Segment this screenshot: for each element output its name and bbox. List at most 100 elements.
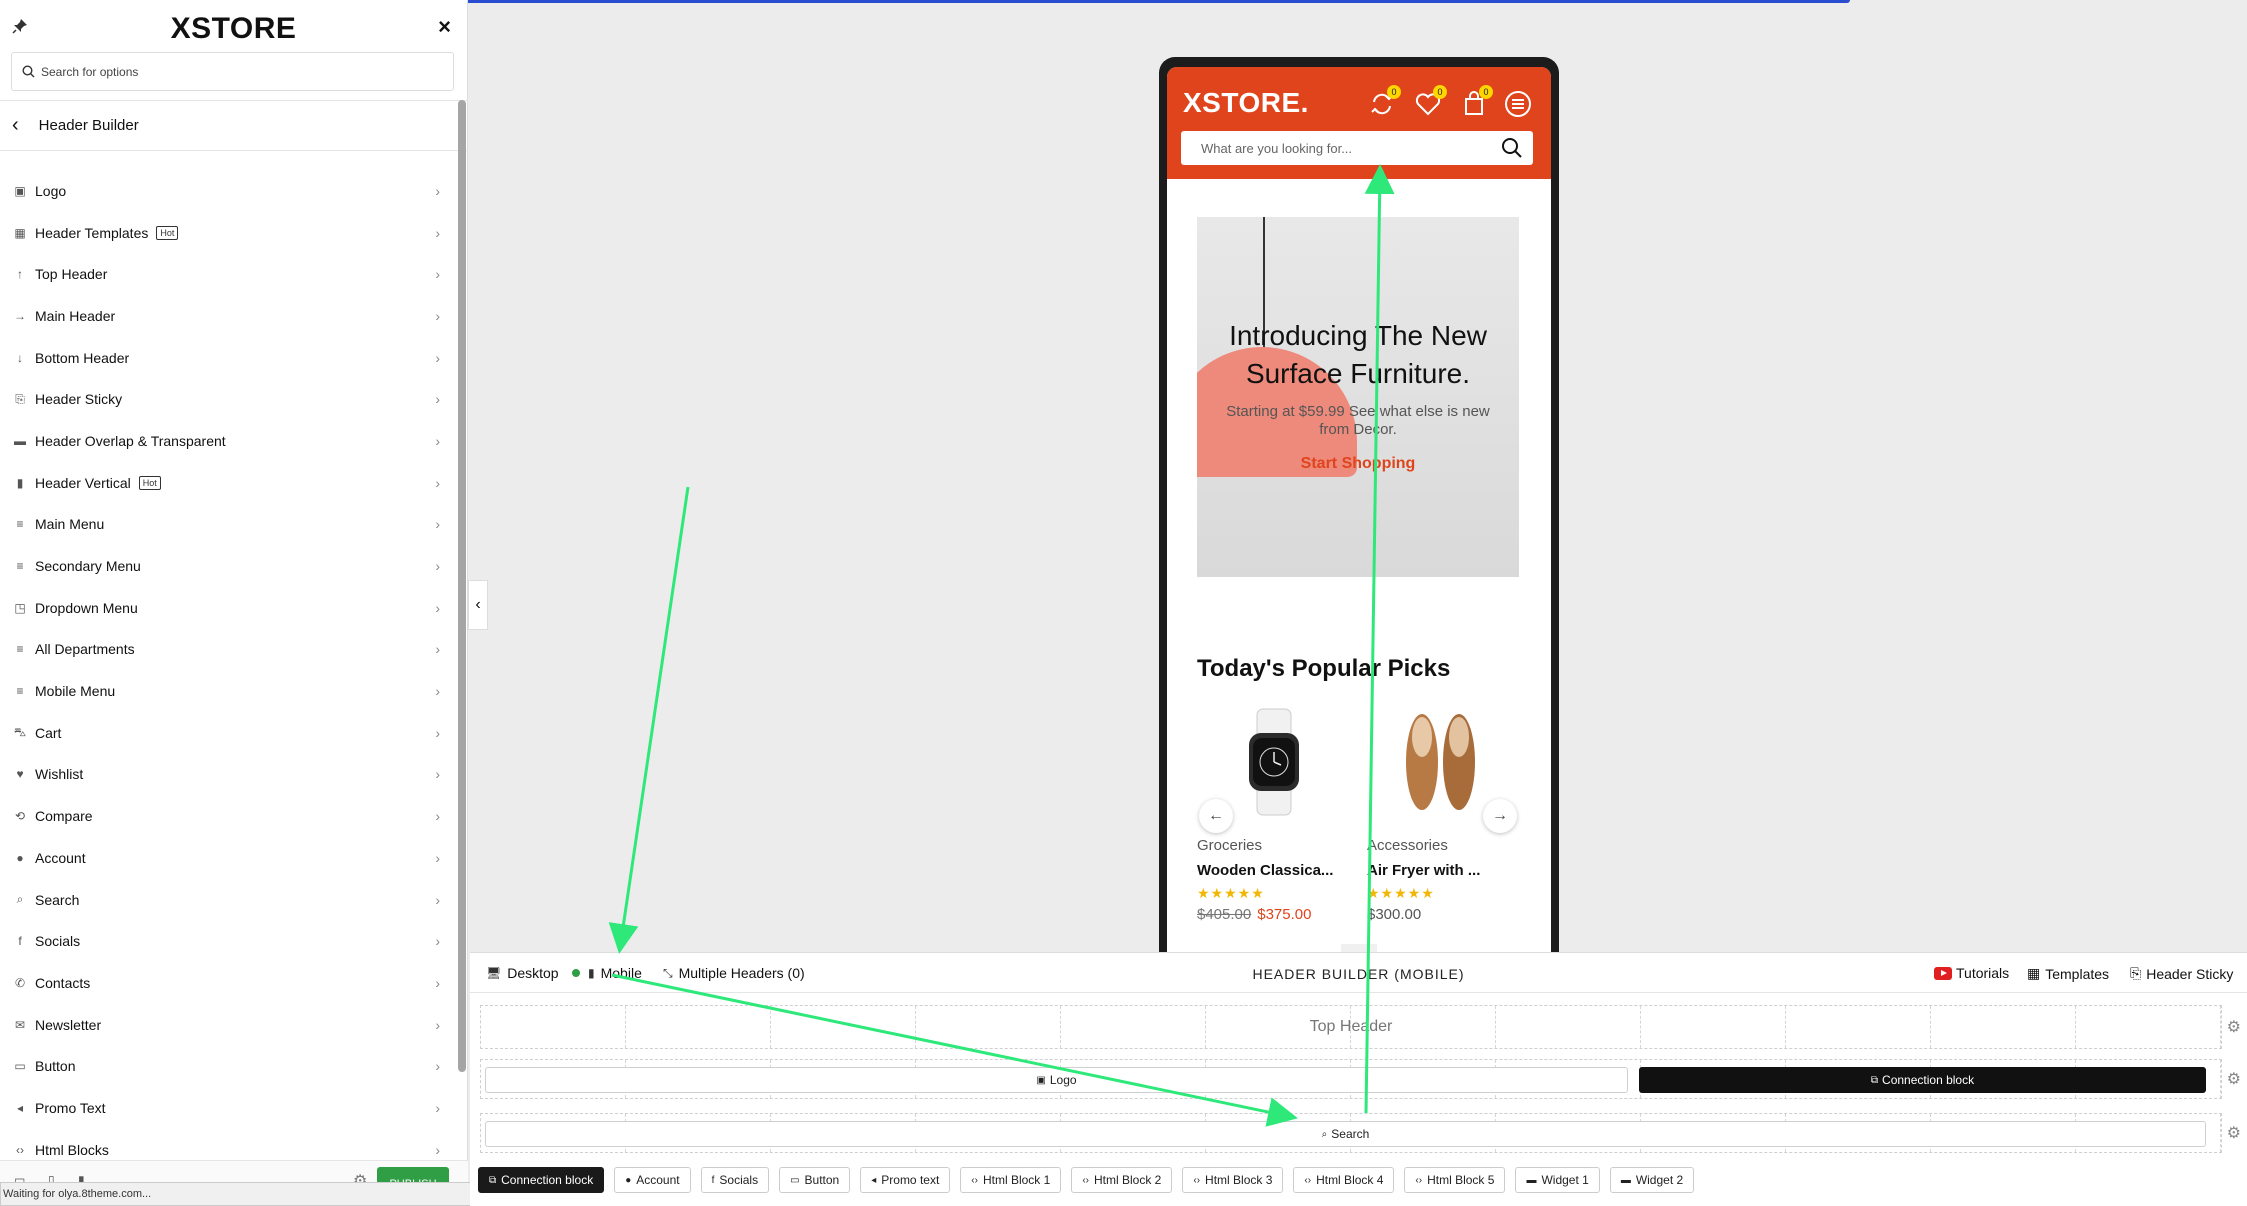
sidebar-scrollbar[interactable] xyxy=(458,100,466,1072)
element-button[interactable]: ▭ Button xyxy=(779,1167,851,1193)
bottom-header-row[interactable]: ⌕ Search ⚙ xyxy=(480,1113,2241,1153)
connection-block-element[interactable]: ⧉ Connection block xyxy=(1639,1067,2206,1093)
sidebar-item-compare[interactable]: ⟲ Compare › xyxy=(0,795,458,837)
sidebar-item-account[interactable]: ● Account › xyxy=(0,837,458,879)
sidebar-item-contacts[interactable]: ✆ Contacts › xyxy=(0,962,458,1004)
product-name[interactable]: Wooden Classica... xyxy=(1197,862,1367,879)
element-icon: ▬ xyxy=(1620,1174,1631,1186)
main-header-row[interactable]: ▣ Logo ⧉ Connection block ⚙ xyxy=(480,1059,2241,1099)
chevron-right-icon: › xyxy=(435,641,440,658)
back-to-parent[interactable]: ‹ Header Builder xyxy=(0,101,468,151)
star-rating: ★★★★★ xyxy=(1367,885,1435,901)
gear-icon[interactable]: ⚙ xyxy=(2227,1017,2241,1037)
element-label: Widget 2 xyxy=(1635,1173,1684,1187)
chevron-right-icon: › xyxy=(435,933,440,950)
element-html-block-4[interactable]: ‹› Html Block 4 xyxy=(1293,1167,1395,1193)
sidebar-item-header-vertical[interactable]: ▮ Header Vertical Hot › xyxy=(0,462,458,504)
facebook-icon: f xyxy=(18,934,22,949)
element-label: Socials xyxy=(719,1173,759,1187)
product-name[interactable]: Air Fryer with ... xyxy=(1367,862,1537,879)
top-header-row[interactable]: Top Header ⚙ xyxy=(480,1005,2241,1049)
menu-icon: ≡ xyxy=(16,642,24,657)
sidebar-item-wishlist[interactable]: ♥ Wishlist › xyxy=(0,754,458,796)
product-category: Accessories xyxy=(1367,837,1448,854)
mobile-menu-button[interactable] xyxy=(1503,89,1533,119)
close-icon[interactable]: × xyxy=(438,14,451,40)
search-icon[interactable] xyxy=(1501,137,1523,159)
mobile-search-box[interactable]: What are you looking for... xyxy=(1181,131,1533,165)
chevron-right-icon: › xyxy=(435,349,440,366)
product-category: Groceries xyxy=(1197,837,1263,854)
search-element-label: Search xyxy=(1331,1127,1370,1141)
element-html-block-2[interactable]: ‹› Html Block 2 xyxy=(1071,1167,1173,1193)
store-logo[interactable]: XSTORE. xyxy=(1183,87,1309,119)
element-label: Widget 1 xyxy=(1541,1173,1589,1187)
sidebar-item-mobile-menu[interactable]: ≡ Mobile Menu › xyxy=(0,670,458,712)
element-html-block-1[interactable]: ‹› Html Block 1 xyxy=(960,1167,1062,1193)
element-account[interactable]: ● Account xyxy=(614,1167,691,1193)
cart-button[interactable]: 0 xyxy=(1459,85,1493,119)
element-icon: ‹› xyxy=(1304,1174,1312,1186)
sidebar-item-button[interactable]: ▭ Button › xyxy=(0,1045,458,1087)
search-element[interactable]: ⌕ Search xyxy=(485,1121,2206,1147)
sidebar-item-logo[interactable]: ▣ Logo › xyxy=(0,170,458,212)
sidebar-item-header-templates[interactable]: ▦ Header Templates Hot › xyxy=(0,212,458,254)
overlap-icon: ▬ xyxy=(14,433,26,448)
element-widget-2[interactable]: ▬ Widget 2 xyxy=(1609,1167,1695,1193)
sidebar-item-cart[interactable]: ⛍ Cart › xyxy=(0,712,458,754)
gear-icon[interactable]: ⚙ xyxy=(2227,1069,2241,1089)
sidebar-item-newsletter[interactable]: ✉ Newsletter › xyxy=(0,1004,458,1046)
hero-banner[interactable]: Introducing The New Surface Furniture. S… xyxy=(1197,217,1519,577)
element-promo-text[interactable]: ◂ Promo text xyxy=(860,1167,951,1193)
element-socials[interactable]: f Socials xyxy=(700,1167,770,1193)
element-icon: ▭ xyxy=(790,1174,800,1186)
sidebar-item-secondary-menu[interactable]: ≡ Secondary Menu › xyxy=(0,545,458,587)
sidebar-item-promo-text[interactable]: ◂ Promo Text › xyxy=(0,1087,458,1129)
start-shopping-link[interactable]: Start Shopping xyxy=(1197,455,1519,473)
templates-link[interactable]: ▦ Templates xyxy=(2027,965,2109,982)
annotation-arrow xyxy=(608,486,690,954)
arrow-left-icon: ← xyxy=(1208,807,1224,824)
sidebar-item-label: Main Header xyxy=(35,307,116,324)
vertical-icon: ▮ xyxy=(16,475,24,490)
chevron-right-icon: › xyxy=(435,1058,440,1075)
dropdown-icon: ◳ xyxy=(14,600,26,615)
sidebar-item-top-header[interactable]: ↑ Top Header › xyxy=(0,253,458,295)
sidebar-item-header-sticky[interactable]: ⎘ Header Sticky › xyxy=(0,378,458,420)
hamburger-menu-icon xyxy=(1505,91,1531,117)
sidebar-item-bottom-header[interactable]: ↓ Bottom Header › xyxy=(0,337,458,379)
wishlist-button[interactable]: 0 xyxy=(1413,85,1447,119)
sidebar-item-socials[interactable]: f Socials › xyxy=(0,920,458,962)
element-widget-1[interactable]: ▬ Widget 1 xyxy=(1515,1167,1600,1193)
logo-element[interactable]: ▣ Logo xyxy=(485,1067,1628,1093)
header-sticky-link[interactable]: ⎘ Header Sticky xyxy=(2130,965,2233,982)
element-html-block-3[interactable]: ‹› Html Block 3 xyxy=(1182,1167,1284,1193)
compare-button[interactable]: 0 xyxy=(1367,85,1401,119)
element-icon: ▬ xyxy=(1526,1174,1537,1186)
chevron-right-icon: › xyxy=(435,558,440,575)
hero-subtitle: Starting at $59.99 See what else is new … xyxy=(1226,403,1490,438)
gear-icon[interactable]: ⚙ xyxy=(2227,1123,2241,1143)
top-progress-line xyxy=(300,0,1850,3)
element-html-block-5[interactable]: ‹› Html Block 5 xyxy=(1404,1167,1506,1193)
section-title: Header Builder xyxy=(38,117,139,134)
menu-icon: ≡ xyxy=(16,517,24,532)
sidebar-item-main-header[interactable]: → Main Header › xyxy=(0,295,458,337)
sidebar-item-all-departments[interactable]: ≡ All Departments › xyxy=(0,629,458,671)
mobile-search-placeholder: What are you looking for... xyxy=(1201,140,1353,156)
sidebar-item-main-menu[interactable]: ≡ Main Menu › xyxy=(0,504,458,546)
element-connection-block[interactable]: ⧉ Connection block xyxy=(478,1167,605,1193)
sidebar-item-label: Promo Text xyxy=(35,1099,106,1116)
sidebar-item-header-overlap-transparent[interactable]: ▬ Header Overlap & Transparent › xyxy=(0,420,458,462)
sidebar-item-search[interactable]: ⌕ Search › xyxy=(0,879,458,921)
options-search-box[interactable] xyxy=(11,52,454,91)
sidebar-item-label: Header Overlap & Transparent xyxy=(35,432,226,449)
collapse-sidebar-button[interactable]: ‹ xyxy=(468,580,488,630)
carousel-next-button[interactable]: → xyxy=(1483,799,1517,833)
options-search-input[interactable] xyxy=(41,64,421,79)
carousel-prev-button[interactable]: ← xyxy=(1199,799,1233,833)
tutorials-link[interactable]: Tutorials xyxy=(1934,965,2009,981)
shoes-image[interactable] xyxy=(1367,707,1537,817)
element-label: Html Block 3 xyxy=(1205,1173,1273,1187)
sidebar-item-dropdown-menu[interactable]: ◳ Dropdown Menu › xyxy=(0,587,458,629)
